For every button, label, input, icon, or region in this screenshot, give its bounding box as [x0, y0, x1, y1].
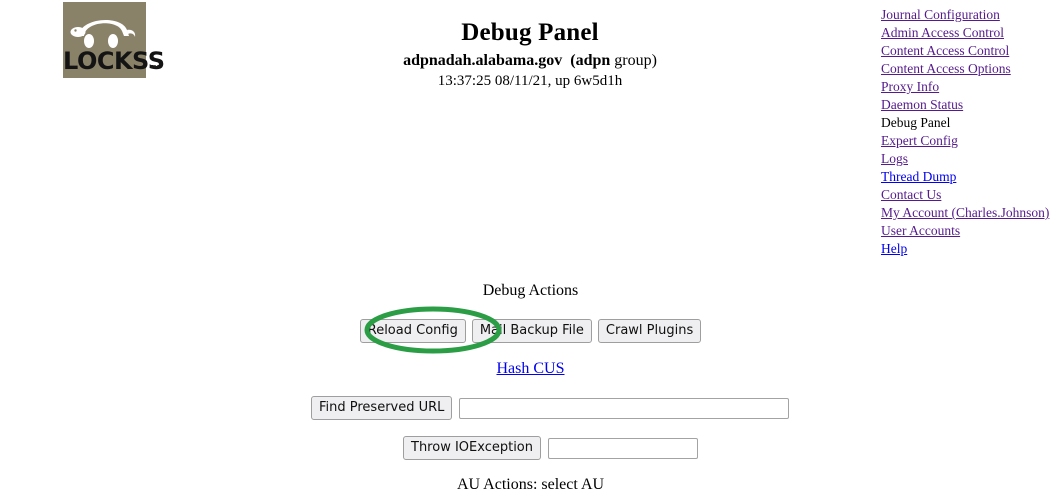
turtle-icon — [70, 19, 136, 48]
find-preserved-url-button[interactable]: Find Preserved URL — [311, 396, 453, 420]
debug-action-buttons: Reload Config Mail Backup File Crawl Plu… — [0, 319, 1061, 343]
nav-item-my-account-charles-johnson[interactable]: My Account (Charles.Johnson) — [881, 204, 1059, 222]
lockss-logo: LOCKSS ™ — [63, 2, 173, 88]
mail-backup-file-button[interactable]: Mail Backup File — [471, 319, 592, 343]
nav-item-contact-us[interactable]: Contact Us — [881, 186, 1059, 204]
reload-config-button[interactable]: Reload Config — [359, 319, 466, 343]
nav-item-content-access-control[interactable]: Content Access Control — [881, 42, 1059, 60]
nav-item-thread-dump[interactable]: Thread Dump — [881, 168, 1059, 186]
throw-ioexception-row: Throw IOException — [402, 436, 699, 460]
throw-ioexception-input[interactable] — [548, 437, 699, 459]
nav-item-help[interactable]: Help — [881, 240, 1059, 258]
host-name: adpnadah.alabama.gov — [403, 52, 563, 69]
nav-item-proxy-info[interactable]: Proxy Info — [881, 78, 1059, 96]
hash-cus-row: Hash CUS — [0, 360, 1061, 378]
debug-actions-heading: Debug Actions — [482, 282, 579, 299]
trademark-symbol: ™ — [150, 64, 160, 75]
throw-ioexception-button[interactable]: Throw IOException — [403, 436, 542, 460]
logo-wordmark: LOCKSS — [63, 47, 165, 75]
nav-item-debug-panel: Debug Panel — [881, 115, 951, 130]
page-title: Debug Panel — [461, 19, 599, 46]
nav-item-admin-access-control[interactable]: Admin Access Control — [881, 24, 1059, 42]
sidebar-nav: Journal Configuration Admin Access Contro… — [881, 6, 1059, 258]
find-preserved-url-row: Find Preserved URL — [310, 396, 790, 420]
group-name: adpn — [575, 52, 611, 69]
find-preserved-url-input[interactable] — [459, 397, 790, 419]
nav-item-content-access-options[interactable]: Content Access Options — [881, 60, 1059, 78]
host-and-group-line: adpnadah.alabama.gov (adpn group) — [180, 50, 880, 71]
au-actions-heading: AU Actions: select AU — [456, 476, 605, 493]
nav-item-logs[interactable]: Logs — [881, 150, 1059, 168]
page-header: Debug Panel adpnadah.alabama.gov (adpn g… — [180, 18, 880, 91]
group-paren-close: group) — [610, 52, 657, 69]
crawl-plugins-button[interactable]: Crawl Plugins — [597, 319, 702, 343]
nav-item-journal-configuration[interactable]: Journal Configuration — [881, 6, 1059, 24]
nav-item-daemon-status[interactable]: Daemon Status — [881, 96, 1059, 114]
timestamp-uptime-line: 13:37:25 08/11/21, up 6w5d1h — [437, 73, 623, 89]
nav-item-expert-config[interactable]: Expert Config — [881, 132, 1059, 150]
nav-item-user-accounts[interactable]: User Accounts — [881, 222, 1059, 240]
hash-cus-link[interactable]: Hash CUS — [496, 360, 564, 377]
